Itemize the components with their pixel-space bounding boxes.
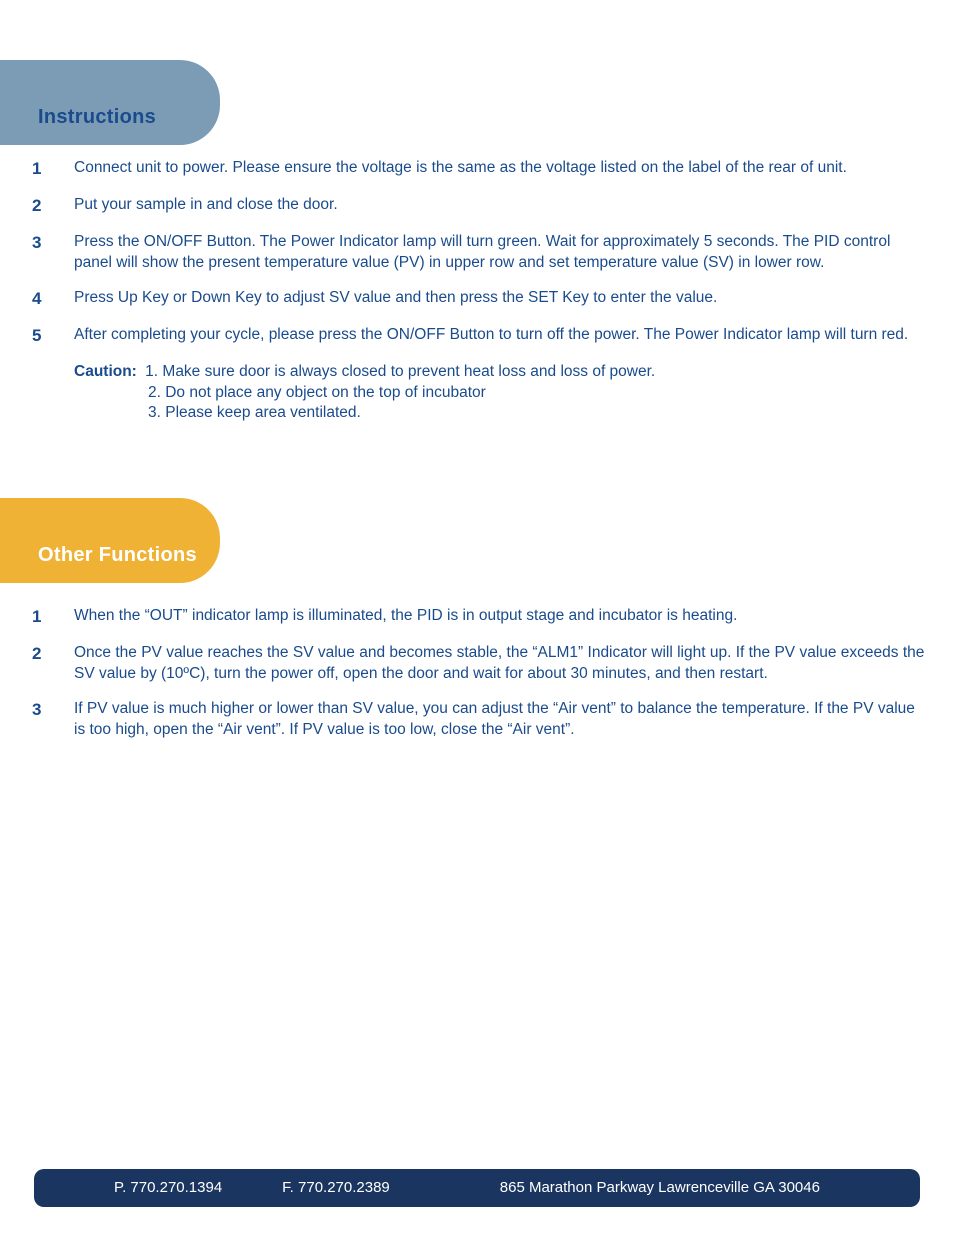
caution-label: Caution: bbox=[74, 363, 137, 380]
section-title-other-functions: Other Functions bbox=[38, 542, 197, 569]
section-title-instructions: Instructions bbox=[38, 104, 156, 131]
list-item: 3 If PV value is much higher or lower th… bbox=[32, 699, 930, 741]
list-item: 1 When the “OUT” indicator lamp is illum… bbox=[32, 606, 930, 629]
item-text: Press Up Key or Down Key to adjust SV va… bbox=[74, 288, 930, 311]
footer-fax: F. 770.270.2389 bbox=[282, 1178, 390, 1198]
item-number: 3 bbox=[32, 232, 74, 274]
caution-block: Caution: 1. Make sure door is always clo… bbox=[32, 362, 930, 425]
item-text: When the “OUT” indicator lamp is illumin… bbox=[74, 606, 930, 629]
list-item: 2 Once the PV value reaches the SV value… bbox=[32, 643, 930, 685]
list-item: 1 Connect unit to power. Please ensure t… bbox=[32, 158, 930, 181]
item-text: Once the PV value reaches the SV value a… bbox=[74, 643, 930, 685]
item-number: 3 bbox=[32, 699, 74, 741]
instructions-list: 1 Connect unit to power. Please ensure t… bbox=[32, 158, 930, 424]
item-text: If PV value is much higher or lower than… bbox=[74, 699, 930, 741]
item-text: Press the ON/OFF Button. The Power Indic… bbox=[74, 232, 930, 274]
item-text: Connect unit to power. Please ensure the… bbox=[74, 158, 930, 181]
item-number: 1 bbox=[32, 158, 74, 181]
item-number: 4 bbox=[32, 288, 74, 311]
caution-line: 1. Make sure door is always closed to pr… bbox=[145, 363, 655, 380]
footer-address: 865 Marathon Parkway Lawrenceville GA 30… bbox=[500, 1178, 820, 1198]
other-functions-list: 1 When the “OUT” indicator lamp is illum… bbox=[32, 606, 930, 755]
item-text: Put your sample in and close the door. bbox=[74, 195, 930, 218]
item-number: 5 bbox=[32, 325, 74, 348]
list-item: 3 Press the ON/OFF Button. The Power Ind… bbox=[32, 232, 930, 274]
item-number: 2 bbox=[32, 643, 74, 685]
footer-phone: P. 770.270.1394 bbox=[114, 1178, 222, 1198]
footer-bar: P. 770.270.1394 F. 770.270.2389 865 Mara… bbox=[34, 1169, 920, 1207]
caution-line: 2. Do not place any object on the top of… bbox=[74, 383, 930, 404]
caution-line: 3. Please keep area ventilated. bbox=[74, 403, 930, 424]
item-text: After completing your cycle, please pres… bbox=[74, 325, 930, 348]
list-item: 2 Put your sample in and close the door. bbox=[32, 195, 930, 218]
item-number: 1 bbox=[32, 606, 74, 629]
list-item: 5 After completing your cycle, please pr… bbox=[32, 325, 930, 348]
list-item: 4 Press Up Key or Down Key to adjust SV … bbox=[32, 288, 930, 311]
item-number: 2 bbox=[32, 195, 74, 218]
section-tab-instructions: Instructions bbox=[0, 60, 220, 145]
section-tab-other-functions: Other Functions bbox=[0, 498, 220, 583]
